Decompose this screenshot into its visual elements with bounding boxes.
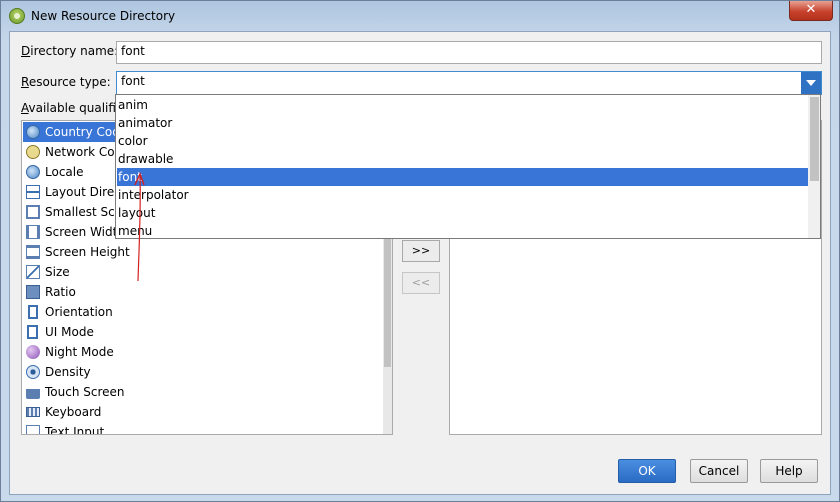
ui-mode-icon [27, 325, 38, 339]
dropdown-option-anim[interactable]: anim [117, 96, 808, 114]
qualifier-item[interactable]: Ratio [23, 282, 391, 302]
chevron-down-icon [806, 80, 816, 86]
globe-icon [26, 125, 40, 139]
resource-type-dropdown[interactable]: anim animator color drawable font interpolato… [115, 94, 821, 239]
qualifier-item[interactable]: Touch Screen [23, 382, 391, 402]
remove-qualifier-button[interactable]: << [402, 272, 440, 294]
qualifier-item[interactable]: UI Mode [23, 322, 391, 342]
screen-width-icon [26, 225, 40, 239]
keyboard-icon [26, 407, 40, 417]
qualifier-item-label: Size [45, 265, 70, 279]
available-qualifiers-label: Available qualifier [21, 101, 129, 115]
qualifier-item-label: Density [45, 365, 91, 379]
dropdown-option-font[interactable]: font [117, 168, 808, 186]
qualifier-item[interactable]: Screen Height [23, 242, 391, 262]
qualifier-item-label: Ratio [45, 285, 76, 299]
qualifier-item[interactable]: Size [23, 262, 391, 282]
directory-name-label: Directory name: [21, 44, 119, 58]
qualifier-item-label: Text Input [45, 425, 105, 435]
annotation-arrow-icon [134, 172, 145, 282]
qualifier-item-label: Touch Screen [45, 385, 125, 399]
screen-height-icon [26, 245, 40, 259]
layout-direction-icon [26, 185, 40, 199]
resource-type-select[interactable]: font [116, 71, 822, 95]
globe-icon [26, 165, 40, 179]
qualifier-item[interactable]: Keyboard [23, 402, 391, 422]
ratio-icon [26, 285, 40, 299]
directory-name-input[interactable]: font [116, 41, 822, 64]
qualifier-item[interactable]: Orientation [23, 302, 391, 322]
dropdown-option-menu[interactable]: menu [117, 222, 808, 238]
dropdown-option-interpolator[interactable]: interpolator [117, 186, 808, 204]
network-icon [26, 145, 40, 159]
qualifier-item-label: Orientation [45, 305, 113, 319]
smallest-screen-icon [26, 205, 40, 219]
ok-button[interactable]: OK [618, 459, 676, 483]
qualifier-item-label: Keyboard [45, 405, 102, 419]
orientation-icon [28, 305, 38, 319]
dropdown-arrow-button[interactable] [801, 72, 821, 94]
qualifier-item-label: Night Mode [45, 345, 114, 359]
qualifier-item[interactable]: Text Input [23, 422, 391, 435]
qualifier-item[interactable]: Night Mode [23, 342, 391, 362]
close-button[interactable]: ✕ [789, 1, 833, 21]
dropdown-option-animator[interactable]: animator [117, 114, 808, 132]
size-icon [26, 265, 40, 279]
qualifier-item-label: Screen Width [45, 225, 125, 239]
dropdown-option-layout[interactable]: layout [117, 204, 808, 222]
touch-screen-icon [26, 385, 40, 399]
dropdown-scroll-thumb[interactable] [810, 97, 819, 181]
window-title: New Resource Directory [31, 9, 176, 23]
dropdown-option-drawable[interactable]: drawable [117, 150, 808, 168]
qualifier-item-label: Screen Height [45, 245, 130, 259]
cancel-button[interactable]: Cancel [690, 459, 748, 483]
qualifier-item-label: Locale [45, 165, 84, 179]
night-mode-icon [26, 345, 40, 359]
dialog-window: New Resource Directory ✕ Directory name:… [0, 0, 840, 502]
text-input-icon [26, 425, 40, 434]
directory-name-value: font [121, 44, 145, 58]
qualifier-item[interactable]: Density [23, 362, 391, 382]
qualifier-item-label: UI Mode [45, 325, 94, 339]
dropdown-option-color[interactable]: color [117, 132, 808, 150]
density-icon [26, 365, 40, 379]
dropdown-scrollbar[interactable] [808, 95, 820, 238]
add-qualifier-button[interactable]: >> [402, 240, 440, 262]
resource-type-value: font [121, 74, 145, 88]
title-bar[interactable]: New Resource Directory ✕ [1, 1, 839, 31]
android-studio-icon [9, 8, 25, 24]
help-button[interactable]: Help [760, 459, 818, 483]
resource-type-label: Resource type: [21, 75, 111, 89]
